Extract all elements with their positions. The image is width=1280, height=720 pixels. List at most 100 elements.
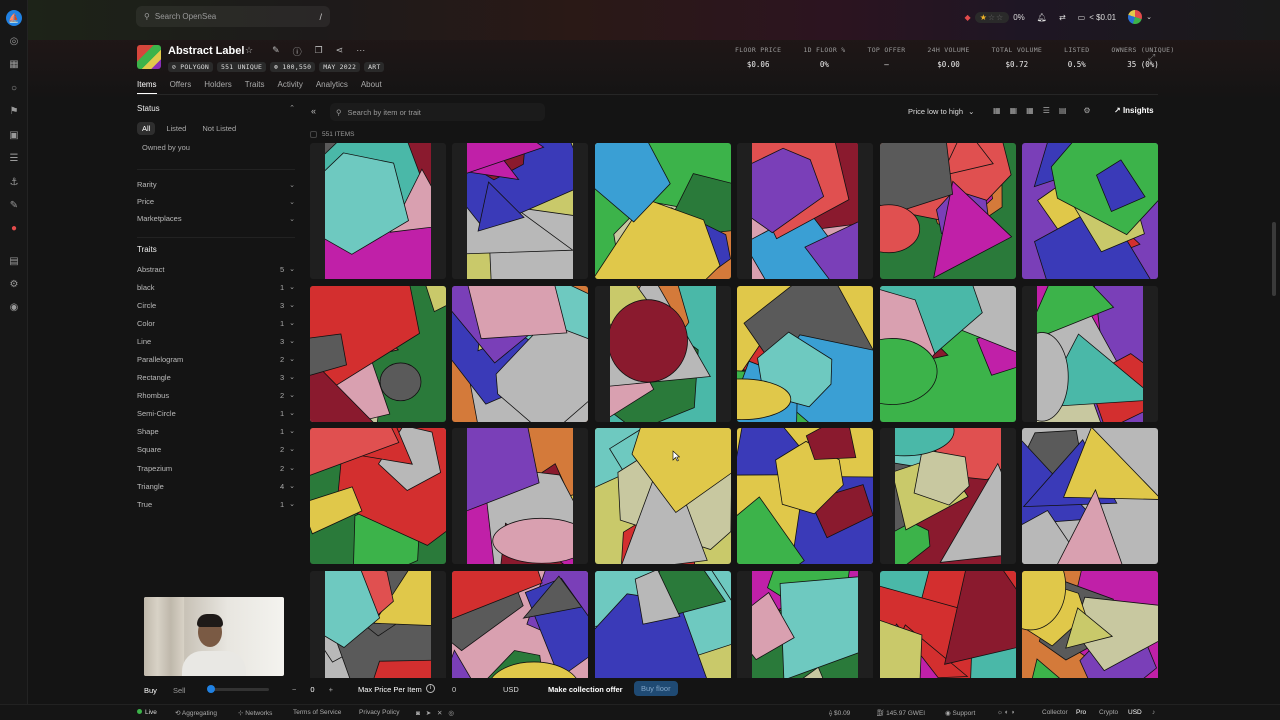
copy-icon[interactable]: ❐ [315, 45, 323, 58]
buy-tab[interactable]: Buy [144, 686, 157, 695]
max-price-input[interactable]: 0 [452, 685, 456, 694]
nft-card[interactable] [737, 570, 874, 678]
nft-card[interactable] [594, 428, 731, 564]
status-section-header[interactable]: Status ⌃ [137, 100, 295, 116]
instagram-icon[interactable]: ◎ [448, 710, 454, 717]
nft-card[interactable] [1022, 570, 1158, 678]
favorite-star-icon[interactable]: ☆ [245, 45, 253, 58]
pen-icon[interactable]: ✎ [8, 200, 20, 212]
trait-filter-row[interactable]: Trapezium 2 ⌄ [137, 459, 295, 477]
nft-card[interactable] [879, 143, 1016, 279]
nft-card[interactable] [452, 143, 589, 279]
make-collection-offer-button[interactable]: Make collection offer [548, 685, 623, 694]
usd-currency[interactable]: USD [1128, 709, 1142, 716]
currency-select[interactable]: USD [503, 685, 519, 694]
nft-card[interactable] [737, 143, 874, 279]
grid-large-icon[interactable]: ▦ [993, 106, 1001, 115]
tab-traits[interactable]: Traits [245, 80, 265, 94]
sort-dropdown[interactable]: Price low to high ⌄ [908, 107, 974, 116]
tab-items[interactable]: Items [137, 80, 157, 94]
grid-small-icon[interactable]: ▦ [1026, 106, 1034, 115]
profile-icon[interactable]: ● [8, 223, 20, 235]
grid-medium-icon[interactable]: ▦ [1010, 106, 1018, 115]
trait-filter-row[interactable]: Shape 1 ⌄ [137, 423, 295, 441]
document-icon[interactable]: ▤ [8, 256, 20, 268]
calendar-icon[interactable]: ▣ [8, 130, 20, 142]
increment-button[interactable]: + [329, 685, 333, 694]
nft-card[interactable] [594, 285, 731, 422]
trait-filter-row[interactable]: True 1 ⌄ [137, 495, 295, 513]
item-search-input[interactable]: ⚲ Search by item or trait [330, 103, 545, 121]
trait-filter-row[interactable]: Semi-Circle 1 ⌄ [137, 405, 295, 423]
nft-card[interactable] [1022, 143, 1158, 279]
terms-link[interactable]: Terms of Service [293, 709, 341, 716]
nft-card[interactable] [310, 428, 446, 564]
settings-icon[interactable]: ⚙ [8, 279, 20, 291]
tab-holders[interactable]: Holders [204, 80, 232, 94]
share-icon[interactable]: ⋖ [336, 45, 344, 58]
wallet-balance[interactable]: ▭ < $0.01 [1078, 13, 1116, 22]
collapse-sidebar-icon[interactable]: « [311, 106, 316, 116]
networks-link[interactable]: ⊹ Networks [238, 709, 272, 717]
global-search-input[interactable]: ⚲ Search OpenSea / [136, 6, 330, 27]
trait-filter-row[interactable]: Triangle 4 ⌄ [137, 477, 295, 495]
info-icon[interactable]: i [426, 684, 435, 693]
quantity-value[interactable]: 0 [310, 685, 314, 694]
nft-card[interactable] [310, 285, 446, 422]
trait-filter-row[interactable]: black 1 ⌄ [137, 278, 295, 296]
filter-marketplaces[interactable]: Marketplaces ⌄ [137, 210, 295, 227]
nft-card[interactable] [879, 570, 1016, 678]
opensea-logo-icon[interactable]: ⛵ [6, 10, 22, 26]
support-icon[interactable]: ◉ [8, 302, 20, 314]
tab-analytics[interactable]: Analytics [316, 80, 348, 94]
trait-filter-row[interactable]: Parallelogram 2 ⌄ [137, 350, 295, 368]
nft-card[interactable] [310, 570, 446, 678]
collections-icon[interactable]: ▦ [8, 59, 20, 71]
nft-card[interactable] [1022, 285, 1158, 422]
decrement-button[interactable]: − [292, 685, 296, 694]
tab-activity[interactable]: Activity [277, 80, 302, 94]
swap-icon[interactable]: ⇄ [1059, 13, 1066, 22]
trait-filter-row[interactable]: Abstract 5 ⌄ [137, 260, 295, 278]
status-all[interactable]: All [137, 122, 156, 135]
x-icon[interactable]: ✕ [437, 710, 442, 717]
insights-button[interactable]: ↗ Insights [1114, 106, 1154, 115]
status-listed[interactable]: Listed [161, 122, 191, 135]
nft-card[interactable] [452, 570, 589, 678]
privacy-link[interactable]: Privacy Policy [359, 709, 399, 716]
crypto-currency[interactable]: Crypto [1099, 709, 1118, 716]
bell-icon[interactable]: 🔔︎ [1037, 13, 1047, 22]
theme-toggle[interactable]: ☼ ◐ ◑ [997, 709, 1014, 716]
tab-about[interactable]: About [361, 80, 382, 94]
pro-mode[interactable]: Pro [1076, 709, 1086, 716]
status-not-listed[interactable]: Not Listed [197, 122, 241, 135]
compass-icon[interactable]: ◎ [8, 36, 20, 48]
token-icon[interactable]: ○ [8, 83, 20, 95]
select-all-checkbox[interactable] [310, 131, 317, 138]
anchor-icon[interactable]: ⚓ [8, 177, 20, 189]
nft-card[interactable] [737, 285, 874, 422]
info-icon[interactable]: ⓘ [293, 45, 302, 58]
nft-card[interactable] [594, 143, 731, 279]
buy-floor-button[interactable]: Buy floor [634, 681, 678, 696]
trait-filter-row[interactable]: Square 2 ⌄ [137, 441, 295, 459]
filter-rarity[interactable]: Rarity ⌄ [137, 176, 295, 193]
tab-offers[interactable]: Offers [170, 80, 192, 94]
telegram-icon[interactable]: ➤ [426, 710, 431, 717]
sell-tab[interactable]: Sell [173, 686, 186, 695]
settings-icon[interactable]: ⚙ [1083, 106, 1090, 115]
aggregating-link[interactable]: ⟲ Aggregating [175, 709, 217, 717]
activity-icon[interactable]: ⚑ [8, 106, 20, 118]
rating-widget[interactable]: ◆ ★☆☆ 0% [965, 11, 1025, 23]
nft-card[interactable] [594, 570, 731, 678]
page-scrollbar[interactable] [1272, 222, 1276, 296]
trait-filter-row[interactable]: Color 1 ⌄ [137, 314, 295, 332]
nft-card[interactable] [879, 428, 1016, 564]
nft-card[interactable] [879, 285, 1016, 422]
sweep-slider[interactable] [211, 688, 269, 691]
owned-by-you-toggle[interactable]: Owned by you [137, 143, 295, 157]
nft-card[interactable] [452, 285, 589, 422]
expand-icon[interactable]: ⤢ [1148, 52, 1155, 63]
volume-icon[interactable]: ♪ [1152, 709, 1155, 716]
list-icon[interactable]: ☰ [8, 153, 20, 165]
